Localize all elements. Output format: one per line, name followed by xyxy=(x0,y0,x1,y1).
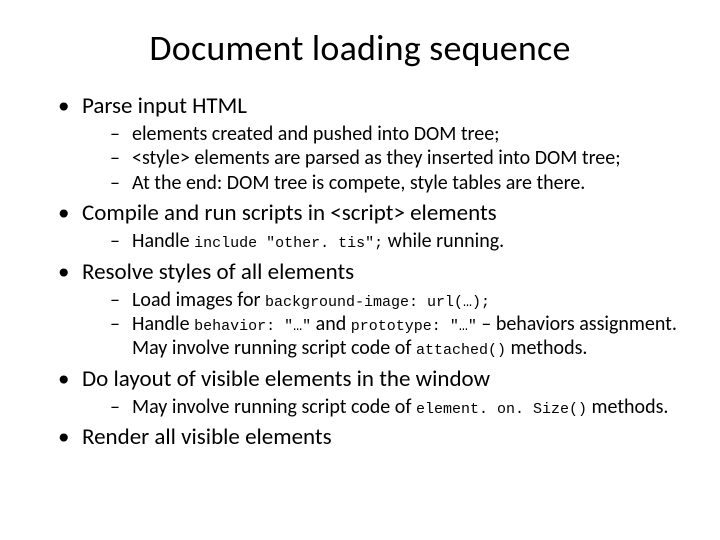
bullet-text: Resolve styles of all elements xyxy=(82,258,354,286)
sub-bullet-text: and xyxy=(311,312,351,336)
sub-bullet-text: Handle xyxy=(132,312,194,336)
sub-bullet-item: May involve running script code of eleme… xyxy=(110,395,680,419)
code-text: background-image: url(…); xyxy=(265,294,490,311)
bullet-text: Render all visible elements xyxy=(82,423,332,451)
sub-bullet-text: while running. xyxy=(383,229,504,253)
sub-bullet-list: Load images for background-image: url(…)… xyxy=(110,288,680,361)
sub-bullet-text: methods. xyxy=(587,395,668,419)
bullet-text: Do layout of visible elements in the win… xyxy=(82,365,490,393)
code-text: include "other. tis"; xyxy=(194,235,383,252)
slide: Document loading sequence Parse input HT… xyxy=(0,0,720,540)
slide-title: Document loading sequence xyxy=(40,26,680,70)
code-text: attached() xyxy=(416,342,506,359)
sub-bullet-list: elements created and pushed into DOM tre… xyxy=(110,122,680,195)
bullet-item: Render all visible elements xyxy=(58,423,680,451)
sub-bullet-text: elements created and pushed into DOM tre… xyxy=(132,122,500,146)
sub-bullet-text: Handle xyxy=(132,229,194,253)
sub-bullet-item: <style> elements are parsed as they inse… xyxy=(110,146,680,170)
sub-bullet-text: At the end: DOM tree is compete, style t… xyxy=(132,171,585,195)
bullet-item: Compile and run scripts in <script> elem… xyxy=(58,199,680,253)
bullet-item: Resolve styles of all elementsLoad image… xyxy=(58,258,680,361)
sub-bullet-item: Handle include "other. tis"; while runni… xyxy=(110,229,680,253)
sub-bullet-text: May involve running script code of xyxy=(132,395,416,419)
sub-bullet-text: Load images for xyxy=(132,288,265,312)
code-text: prototype: "…" xyxy=(351,318,477,335)
sub-bullet-text: <style> elements are parsed as they inse… xyxy=(132,146,621,170)
code-text: behavior: "…" xyxy=(194,318,311,335)
bullet-list: Parse input HTMLelements created and pus… xyxy=(58,92,680,451)
bullet-text: Compile and run scripts in <script> elem… xyxy=(82,199,497,227)
sub-bullet-text: methods. xyxy=(506,336,587,360)
sub-bullet-item: Load images for background-image: url(…)… xyxy=(110,288,680,312)
bullet-item: Parse input HTMLelements created and pus… xyxy=(58,92,680,195)
bullet-text: Parse input HTML xyxy=(82,92,247,120)
sub-bullet-list: Handle include "other. tis"; while runni… xyxy=(110,229,680,253)
bullet-item: Do layout of visible elements in the win… xyxy=(58,365,680,419)
code-text: element. on. Size() xyxy=(416,401,587,418)
sub-bullet-item: elements created and pushed into DOM tre… xyxy=(110,122,680,146)
sub-bullet-item: At the end: DOM tree is compete, style t… xyxy=(110,171,680,195)
sub-bullet-list: May involve running script code of eleme… xyxy=(110,395,680,419)
sub-bullet-item: Handle behavior: "…" and prototype: "…" … xyxy=(110,312,680,361)
